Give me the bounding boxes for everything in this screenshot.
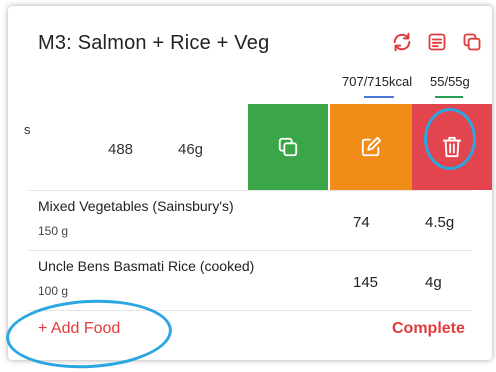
food-row-swiped[interactable]: s 488 46g (8, 104, 492, 190)
row-divider (28, 190, 472, 191)
food-grams: 4.5g (425, 214, 455, 231)
food-name: Mixed Vegetables (Sainsbury's) (38, 198, 234, 214)
meal-title: M3: Salmon + Rice + Veg (38, 32, 270, 54)
copy-food-button[interactable] (248, 104, 328, 190)
notes-icon[interactable] (425, 30, 449, 54)
annotation-circle-delete (424, 108, 476, 170)
food-kcal: 74 (353, 214, 370, 231)
refresh-icon[interactable] (390, 30, 414, 54)
food-quantity: 150 g (38, 224, 69, 238)
food-grams: 46g (178, 141, 204, 158)
complete-button[interactable]: Complete (392, 320, 465, 338)
header-actions (390, 30, 484, 54)
edit-icon (361, 136, 382, 157)
food-grams: 4g (425, 274, 442, 291)
edit-food-button[interactable] (330, 104, 412, 190)
food-name-cut: s (24, 122, 31, 137)
food-name: Uncle Bens Basmati Rice (cooked) (38, 258, 255, 274)
food-kcal: 145 (353, 274, 379, 291)
copy-icon (278, 137, 298, 157)
food-row[interactable]: Mixed Vegetables (Sainsbury's) 150 g 74 … (8, 192, 492, 252)
kcal-underline (364, 96, 394, 98)
total-kcal: 707/715kcal (342, 74, 413, 89)
food-quantity: 100 g (38, 284, 69, 298)
total-grams: 55/55g (430, 74, 470, 89)
food-kcal: 488 (108, 141, 134, 158)
copy-icon[interactable] (460, 30, 484, 54)
row-divider (28, 250, 472, 251)
grams-underline (435, 96, 463, 98)
